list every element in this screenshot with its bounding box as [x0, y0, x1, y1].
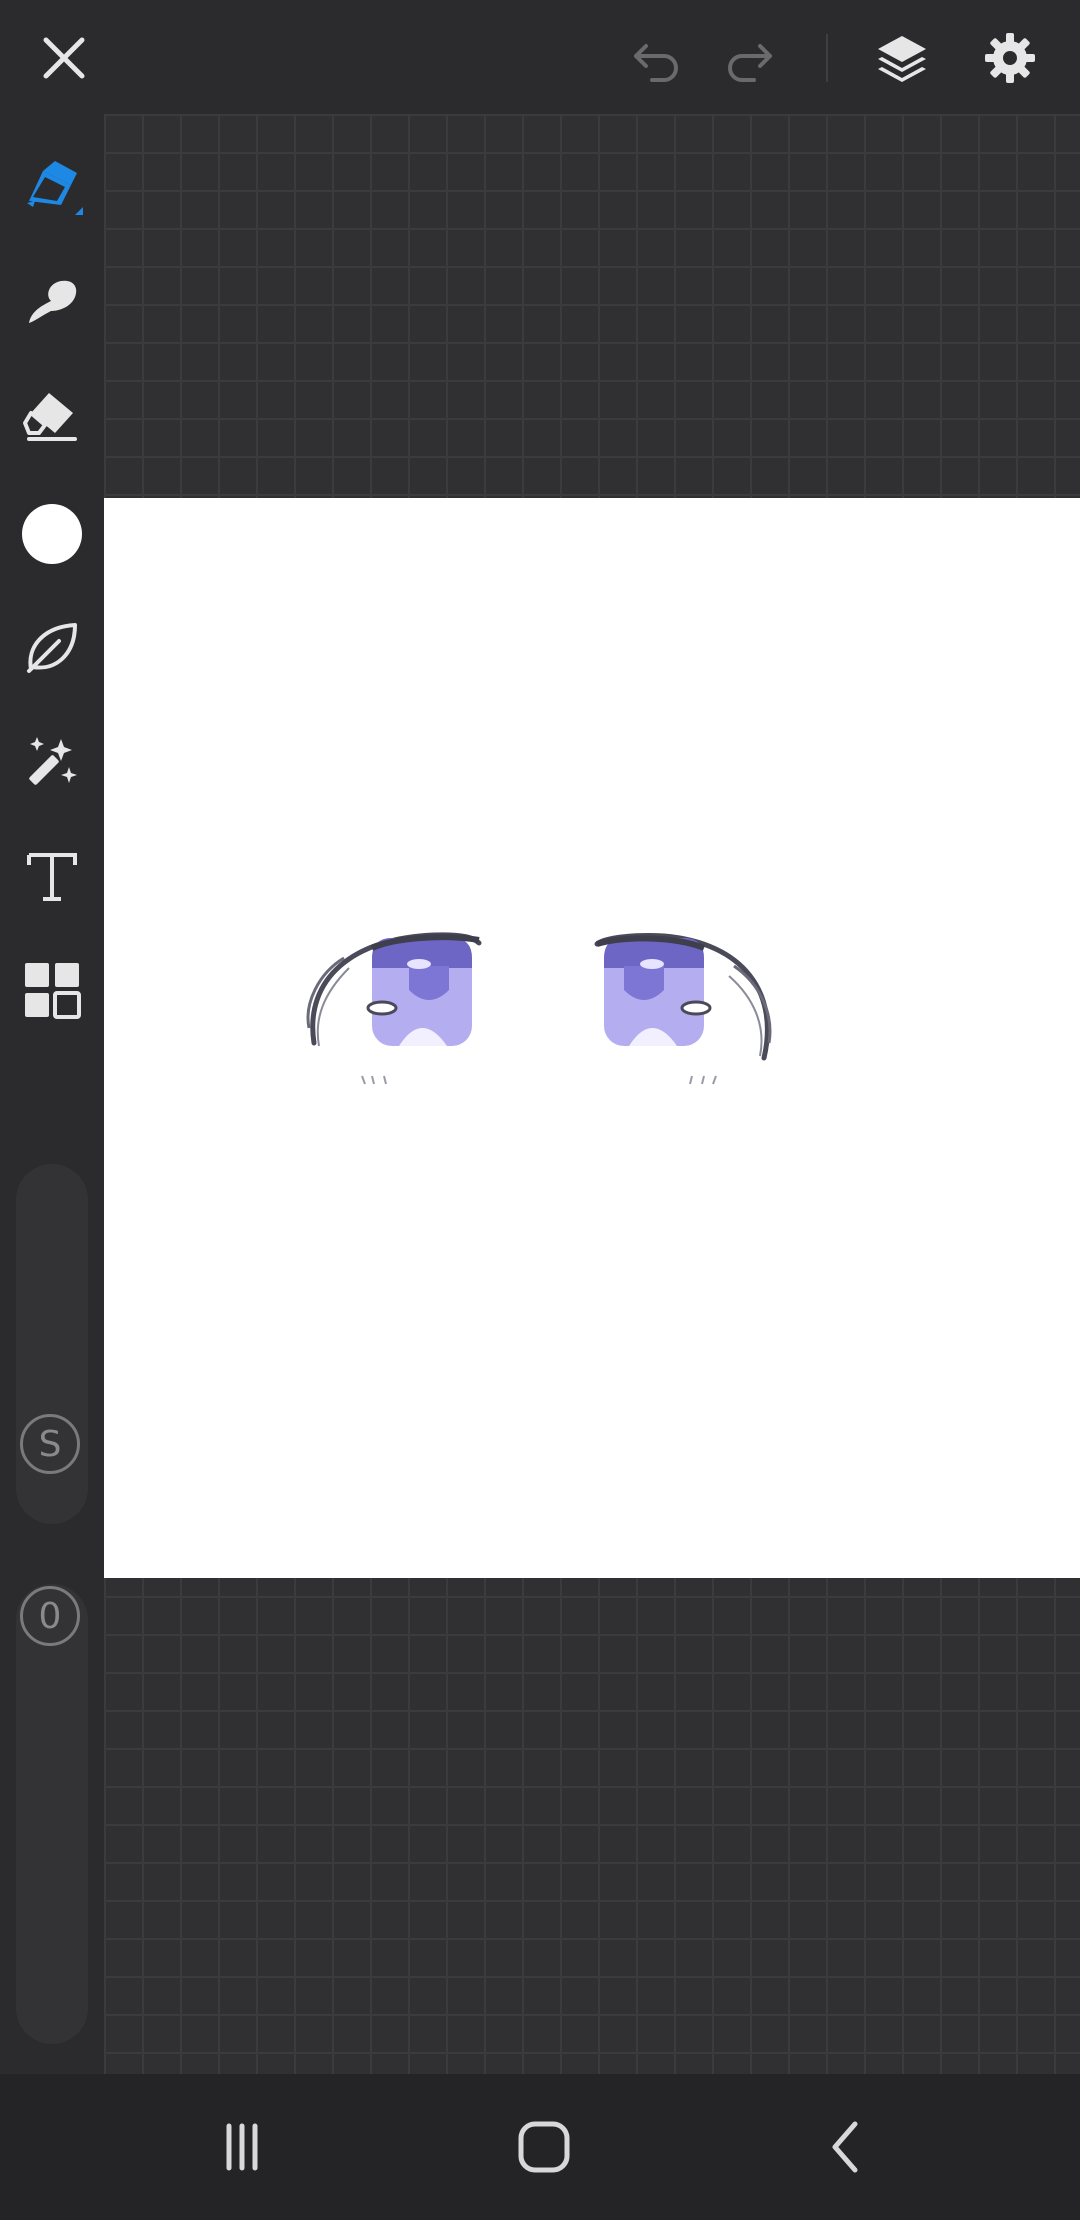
eraser-icon: [23, 393, 77, 441]
smudge-icon: [29, 280, 77, 323]
toolbar-divider: [826, 34, 828, 82]
tool-sidebar: S 0: [0, 114, 104, 2074]
pen-icon: [27, 161, 83, 215]
top-toolbar: [0, 0, 1080, 114]
opacity-slider[interactable]: [16, 1584, 88, 2044]
size-label: S: [38, 1423, 62, 1465]
right-eye: [594, 933, 772, 1085]
undo-icon[interactable]: [618, 20, 694, 96]
drawing-canvas[interactable]: [104, 498, 1080, 1578]
redo-icon[interactable]: [712, 20, 788, 96]
brush-size-handle[interactable]: S: [20, 1414, 80, 1474]
close-icon[interactable]: [26, 20, 102, 96]
magic-wand-icon: [29, 737, 77, 785]
opacity-value: 0: [38, 1595, 62, 1637]
leaf-icon: [27, 623, 77, 673]
more-tools-button[interactable]: [14, 952, 90, 1028]
opacity-handle[interactable]: 0: [20, 1586, 80, 1646]
grid-icon: [25, 963, 81, 1019]
color-picker-button[interactable]: [14, 496, 90, 572]
home-icon[interactable]: [499, 2102, 589, 2192]
recent-apps-icon[interactable]: [197, 2102, 287, 2192]
canvas-drawing: [306, 932, 772, 1085]
color-swatch: [22, 504, 82, 564]
brush-library-button[interactable]: [14, 610, 90, 686]
back-icon[interactable]: [801, 2102, 891, 2192]
text-tool-button[interactable]: [14, 838, 90, 914]
pen-tool-button[interactable]: [14, 150, 90, 226]
eraser-tool-button[interactable]: [14, 378, 90, 454]
system-navigation-bar: [0, 2074, 1080, 2220]
layers-icon[interactable]: [864, 20, 940, 96]
text-icon: [27, 853, 77, 901]
smudge-tool-button[interactable]: [14, 264, 90, 340]
gear-icon[interactable]: [972, 20, 1048, 96]
left-eye: [306, 932, 482, 1085]
magic-tool-button[interactable]: [14, 724, 90, 800]
